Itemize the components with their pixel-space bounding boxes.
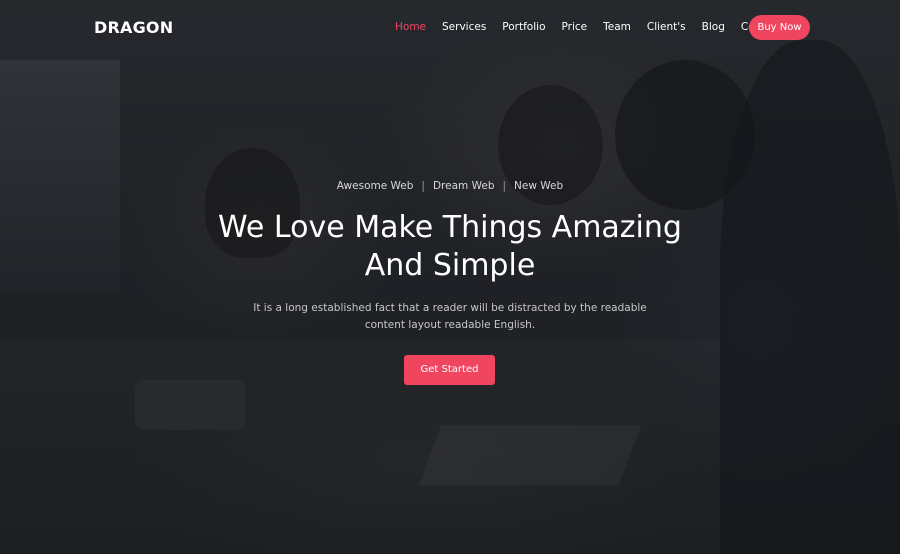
nav-menu: Home Services Portfolio Price Team Clien… [395,21,798,33]
nav-item-team[interactable]: Team [603,21,631,33]
hero-tagline: Awesome Web | Dream Web | New Web [0,180,900,192]
hero-headline: We Love Make Things Amazing And Simple [150,209,750,285]
nav-item-price[interactable]: Price [562,21,588,33]
tagline-item: New Web [514,180,564,192]
brand-logo[interactable]: DRAGON [94,18,173,37]
hero-description: It is a long established fact that a rea… [250,300,650,334]
tagline-item: Dream Web [432,180,495,192]
get-started-button[interactable]: Get Started [404,355,495,385]
tagline-item: Awesome Web [336,180,414,192]
nav-item-clients[interactable]: Client's [647,21,686,33]
headline-line-1: We Love Make Things Amazing [218,210,682,245]
hero-section: DRAGON Home Services Portfolio Price Tea… [0,0,900,554]
top-navbar: DRAGON Home Services Portfolio Price Tea… [0,0,900,56]
description-line-1: It is a long established fact that a rea… [253,302,647,314]
buy-now-button[interactable]: Buy Now [749,15,810,40]
nav-item-portfolio[interactable]: Portfolio [502,21,545,33]
headline-line-2: And Simple [364,248,536,283]
tagline-separator: | [502,180,507,192]
nav-item-home[interactable]: Home [395,21,426,33]
nav-item-blog[interactable]: Blog [702,21,725,33]
nav-item-services[interactable]: Services [442,21,486,33]
tagline-separator: | [421,180,425,192]
description-line-2: content layout readable English. [364,319,536,331]
hero-content: Awesome Web | Dream Web | New Web We Love Ma… [0,0,900,554]
